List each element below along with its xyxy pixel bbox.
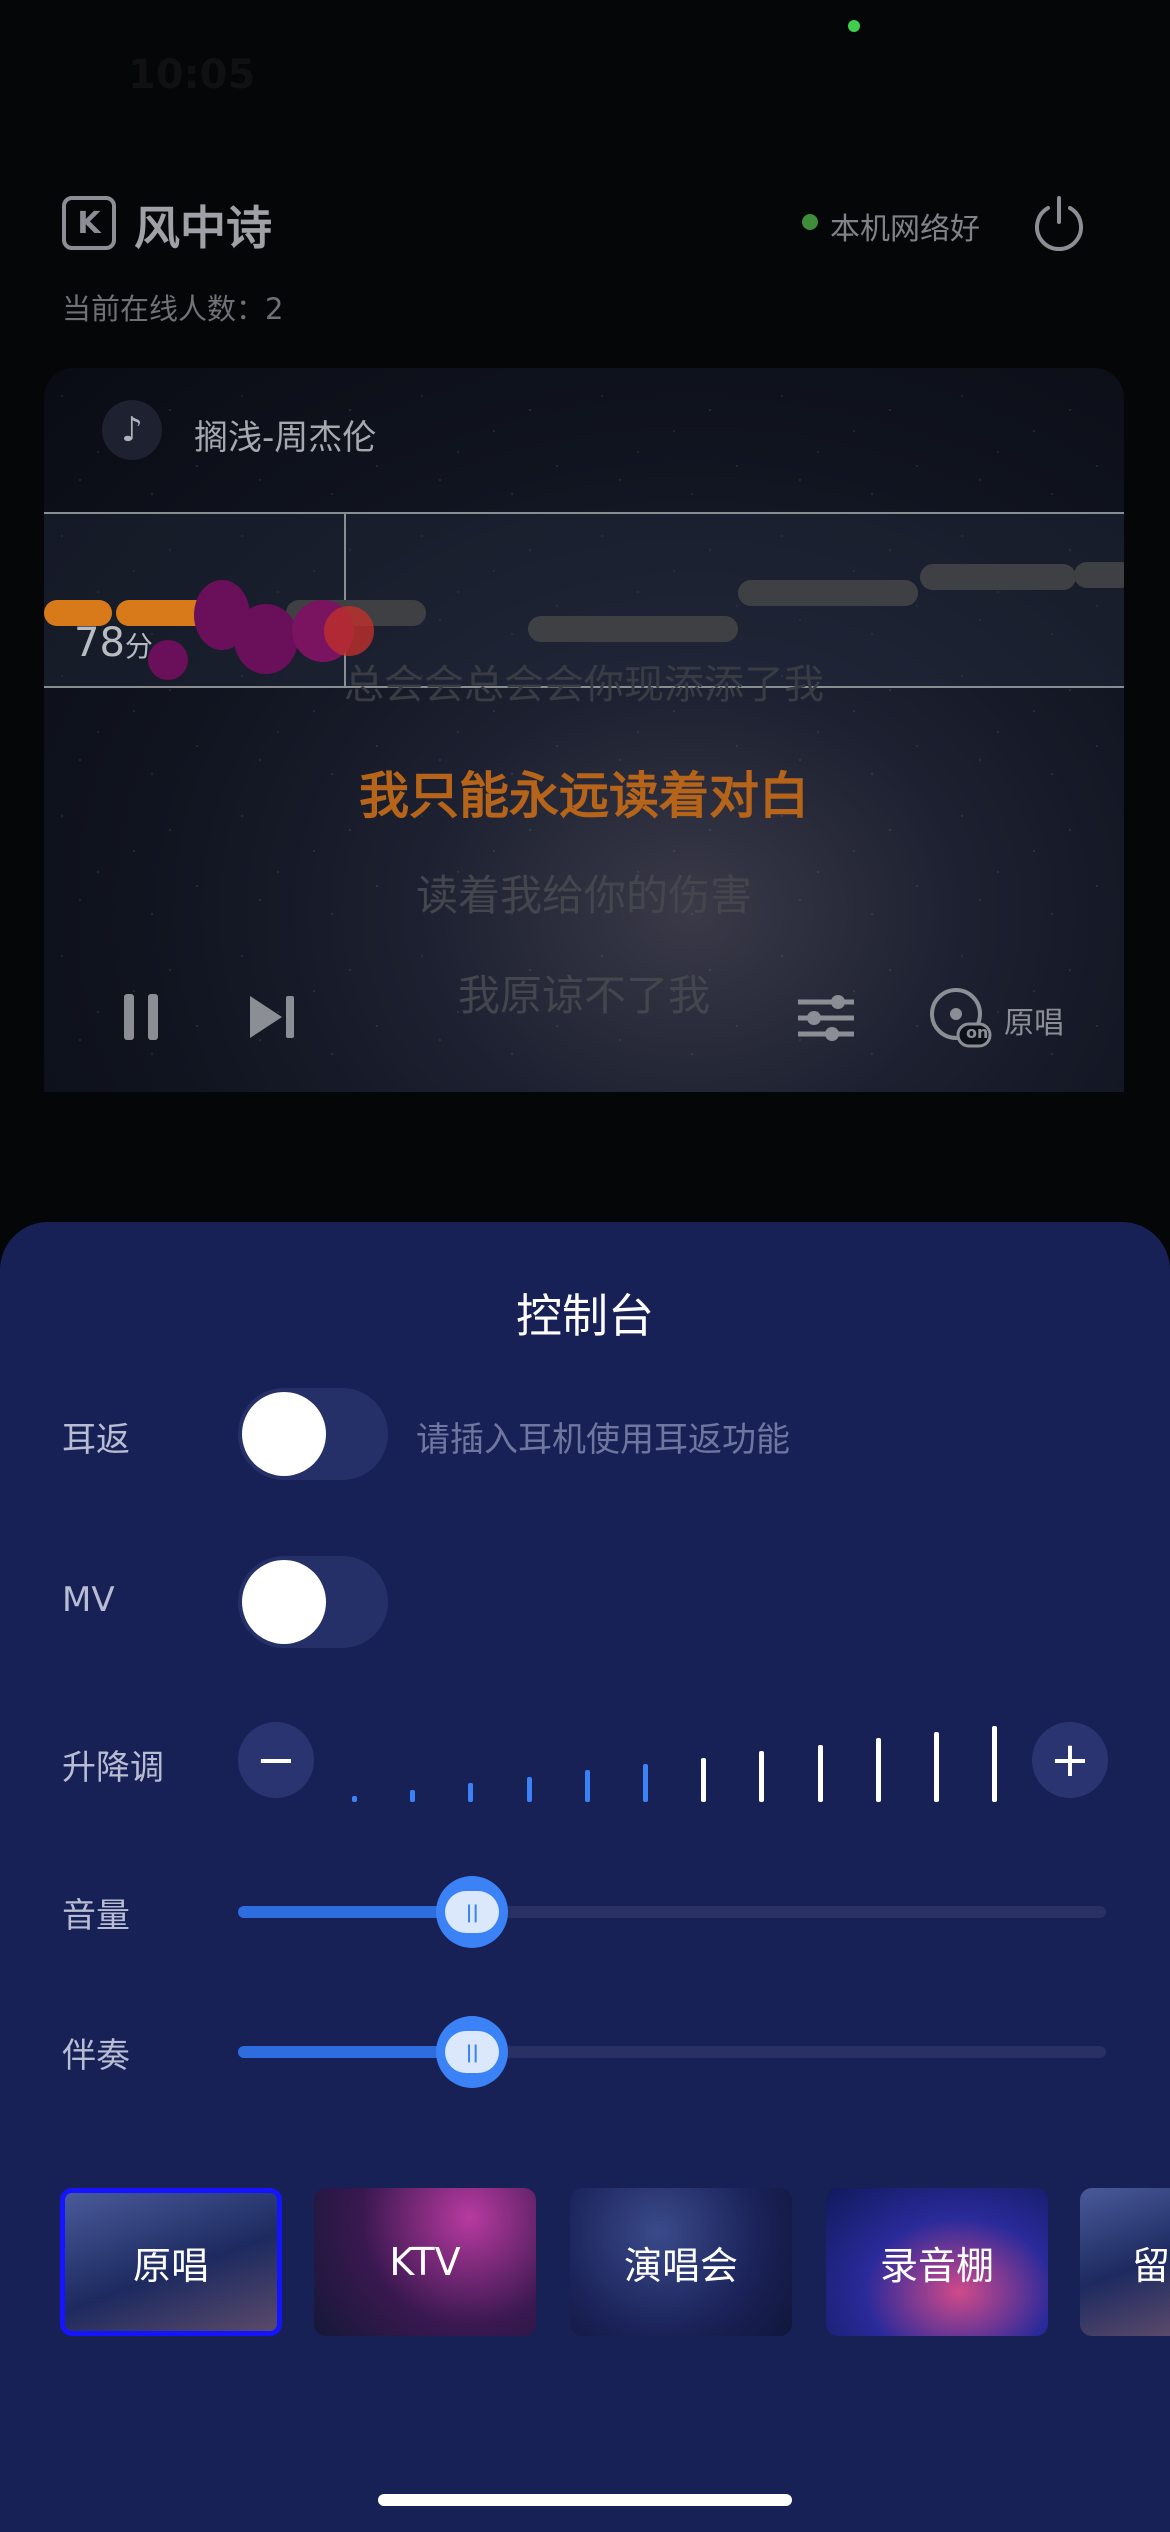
lyric-line: 总会会总会会你现添添了我 xyxy=(344,662,824,708)
pitch-note xyxy=(528,616,738,642)
pitch-tick xyxy=(701,1757,707,1802)
online-count: 当前在线人数：2 xyxy=(62,292,284,326)
mode-card-ktv[interactable]: KTV xyxy=(314,2188,536,2336)
power-icon xyxy=(1035,196,1083,252)
pitch-tick xyxy=(468,1783,474,1802)
network-status-text: 本机网络好 xyxy=(830,212,980,247)
accompaniment-thumb[interactable]: || xyxy=(436,2016,509,2088)
accompaniment-slider[interactable]: || xyxy=(238,2016,1106,2088)
pitch-tick xyxy=(526,1776,532,1802)
mode-card-more[interactable]: 留 xyxy=(1080,2188,1170,2336)
toggle-knob xyxy=(242,1392,326,1476)
pause-icon xyxy=(124,994,158,1040)
pitch-note xyxy=(920,564,1076,590)
pitch-tick xyxy=(817,1744,823,1802)
pause-button[interactable] xyxy=(120,992,164,1042)
ear-return-toggle[interactable] xyxy=(238,1388,388,1480)
sheet-title: 控制台 xyxy=(516,1289,654,1343)
accompaniment-label: 伴奏 xyxy=(62,2036,130,2076)
status-indicator-dot xyxy=(848,20,860,32)
karaoke-video[interactable]: ♪ 搁浅-周杰伦 78分 总会会总会会你现添添了我 我只能永远读着对白 读着我给… xyxy=(44,368,1124,1092)
original-vocal-label: 原唱 xyxy=(1004,1006,1064,1041)
pitch-tick xyxy=(992,1725,998,1802)
room-title: 风中诗 xyxy=(134,201,272,255)
pitch-label: 升降调 xyxy=(62,1748,164,1788)
skip-next-icon xyxy=(250,996,294,1038)
song-title: 搁浅-周杰伦 xyxy=(194,418,377,458)
volume-slider[interactable]: || xyxy=(238,1876,1106,1948)
original-vocal-toggle[interactable]: on xyxy=(928,986,992,1050)
lyric-line: 读着我给你的伤害 xyxy=(415,871,752,920)
grip-icon: || xyxy=(445,1891,500,1933)
mode-label: 原唱 xyxy=(132,2243,209,2288)
pitch-tick xyxy=(643,1764,648,1802)
home-indicator[interactable] xyxy=(378,2494,792,2506)
ear-return-hint: 请插入耳机使用耳返功能 xyxy=(416,1420,790,1460)
network-status-dot xyxy=(802,214,818,230)
pitch-tick xyxy=(759,1751,765,1802)
plus-icon: + xyxy=(1049,1732,1091,1788)
pitch-tick xyxy=(875,1738,881,1802)
pitch-tick xyxy=(352,1796,357,1802)
ear-return-label: 耳返 xyxy=(62,1420,130,1460)
grip-icon: || xyxy=(445,2031,500,2073)
status-time: 10:05 xyxy=(128,52,256,98)
mode-label: 演唱会 xyxy=(623,2243,738,2288)
mode-card-original[interactable]: 原唱 xyxy=(60,2188,282,2336)
lyric-line-current: 我只能永远读着对白 xyxy=(359,767,809,825)
power-button[interactable] xyxy=(1030,194,1088,252)
mode-label: 留 xyxy=(1132,2243,1170,2288)
mv-toggle[interactable] xyxy=(238,1556,388,1648)
equalizer-button[interactable] xyxy=(796,994,856,1042)
mv-label: MV xyxy=(62,1580,115,1620)
control-panel-sheet: 控制台 耳返 请插入耳机使用耳返功能 MV 升降调 − + 音量 || 伴奏 |… xyxy=(0,1222,1170,2532)
mode-card-studio[interactable]: 录音棚 xyxy=(826,2188,1048,2336)
vocal-badge: on xyxy=(966,1023,989,1042)
next-song-button[interactable] xyxy=(246,992,298,1042)
volume-thumb[interactable]: || xyxy=(436,1876,509,1948)
minus-icon: − xyxy=(255,1732,297,1788)
music-note-icon: ♪ xyxy=(102,400,162,460)
pitch-tick xyxy=(584,1770,590,1802)
pitch-up-button[interactable]: + xyxy=(1032,1722,1108,1798)
pitch-tick xyxy=(934,1732,939,1802)
mode-card-concert[interactable]: 演唱会 xyxy=(570,2188,792,2336)
singing-effect xyxy=(324,606,374,656)
toggle-knob xyxy=(242,1560,326,1644)
app-logo: K xyxy=(62,196,116,250)
mode-label: 录音棚 xyxy=(879,2243,994,2288)
pitch-tick xyxy=(410,1789,416,1802)
volume-label: 音量 xyxy=(62,1896,130,1936)
equalizer-icon xyxy=(798,995,854,1041)
mode-label: KTV xyxy=(389,2240,461,2284)
pitch-down-button[interactable]: − xyxy=(238,1722,314,1798)
pitch-note xyxy=(1074,562,1124,588)
pitch-note xyxy=(738,580,918,606)
